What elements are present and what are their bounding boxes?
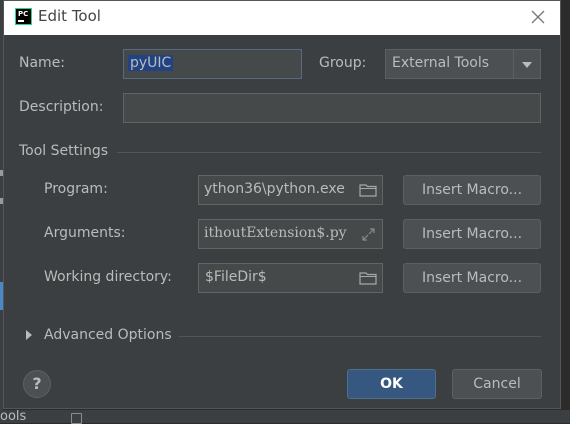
cancel-button[interactable]: Cancel	[452, 369, 542, 399]
close-icon	[531, 10, 545, 24]
name-input[interactable]: pyUIC	[123, 49, 302, 79]
help-icon: ?	[32, 374, 42, 393]
tool-settings-divider	[117, 152, 541, 153]
tool-settings-heading: Tool Settings	[19, 143, 109, 159]
triangle-right-icon[interactable]	[26, 330, 32, 340]
advanced-options-divider	[179, 336, 541, 337]
program-input-value: ython36\python.exe	[204, 181, 345, 197]
arguments-input[interactable]: ithoutExtension$.py	[198, 219, 383, 249]
working-directory-label: Working directory:	[44, 269, 172, 285]
ide-panel-icon	[71, 413, 82, 424]
group-dropdown-toggle[interactable]	[513, 50, 540, 78]
folder-icon[interactable]	[359, 271, 377, 285]
arguments-input-value: ithoutExtension$.py	[204, 225, 347, 241]
program-insert-macro-button[interactable]: Insert Macro...	[403, 175, 541, 205]
description-input[interactable]	[123, 93, 541, 123]
arguments-label: Arguments:	[44, 225, 126, 241]
pycharm-app-icon: PC	[15, 8, 32, 25]
name-input-value: pyUIC	[128, 55, 174, 71]
advanced-options-toggle[interactable]: Advanced Options	[44, 327, 172, 343]
app-icon-bar	[18, 20, 24, 22]
program-label: Program:	[44, 181, 108, 197]
help-button[interactable]: ?	[23, 370, 51, 398]
ide-bottom-panel	[0, 410, 570, 423]
group-select[interactable]: External Tools	[385, 49, 541, 79]
arguments-insert-macro-button[interactable]: Insert Macro...	[403, 219, 541, 249]
program-input[interactable]: ython36\python.exe	[198, 175, 383, 205]
close-button[interactable]	[526, 5, 550, 29]
working-directory-insert-macro-button[interactable]: Insert Macro...	[403, 263, 541, 293]
ok-button[interactable]: OK	[347, 369, 436, 399]
group-label: Group:	[319, 55, 367, 71]
ide-bottom-label: ools	[0, 409, 27, 424]
folder-icon[interactable]	[359, 183, 377, 197]
working-directory-input-value: $FileDir$	[205, 269, 267, 285]
working-directory-input[interactable]: $FileDir$	[198, 263, 383, 293]
group-select-value: External Tools	[392, 55, 490, 71]
description-label: Description:	[19, 99, 104, 115]
window-title: Edit Tool	[38, 7, 101, 25]
title-bar: PC Edit Tool	[4, 1, 560, 35]
chevron-down-icon	[522, 62, 532, 68]
app-icon-text: PC	[18, 10, 29, 18]
expand-icon[interactable]	[361, 227, 376, 242]
edit-tool-dialog: PC Edit Tool Name: pyUIC Group: External…	[3, 0, 561, 409]
name-label: Name:	[19, 55, 66, 71]
